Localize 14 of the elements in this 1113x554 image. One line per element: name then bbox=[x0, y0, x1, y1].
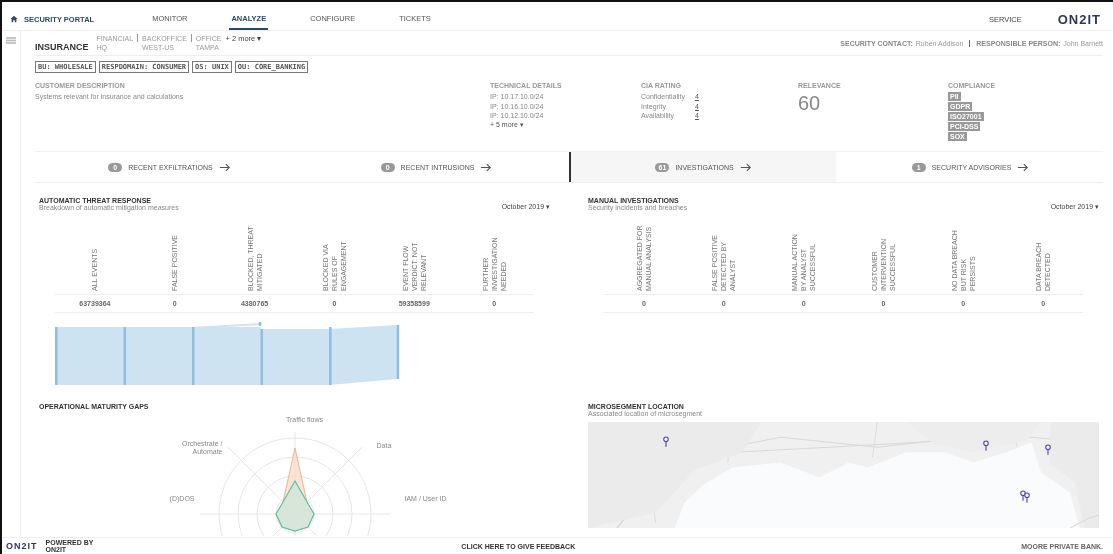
pin-icon[interactable] bbox=[663, 436, 669, 447]
pin-icon[interactable] bbox=[983, 440, 989, 451]
pin-icon[interactable] bbox=[1024, 492, 1030, 503]
footer-logo: ON2IT bbox=[6, 541, 38, 551]
logo: ON2IT bbox=[1057, 11, 1101, 27]
pin-icon[interactable] bbox=[1020, 490, 1026, 501]
home-icon[interactable] bbox=[10, 15, 18, 23]
arrow-icon bbox=[739, 162, 752, 172]
arrow-icon bbox=[218, 162, 231, 172]
page-title: INSURANCE bbox=[35, 42, 89, 52]
relevance-value: 60 bbox=[798, 92, 821, 115]
arrow-icon bbox=[1017, 162, 1030, 172]
pin-icon[interactable] bbox=[1045, 444, 1051, 455]
arrow-icon bbox=[480, 162, 493, 172]
